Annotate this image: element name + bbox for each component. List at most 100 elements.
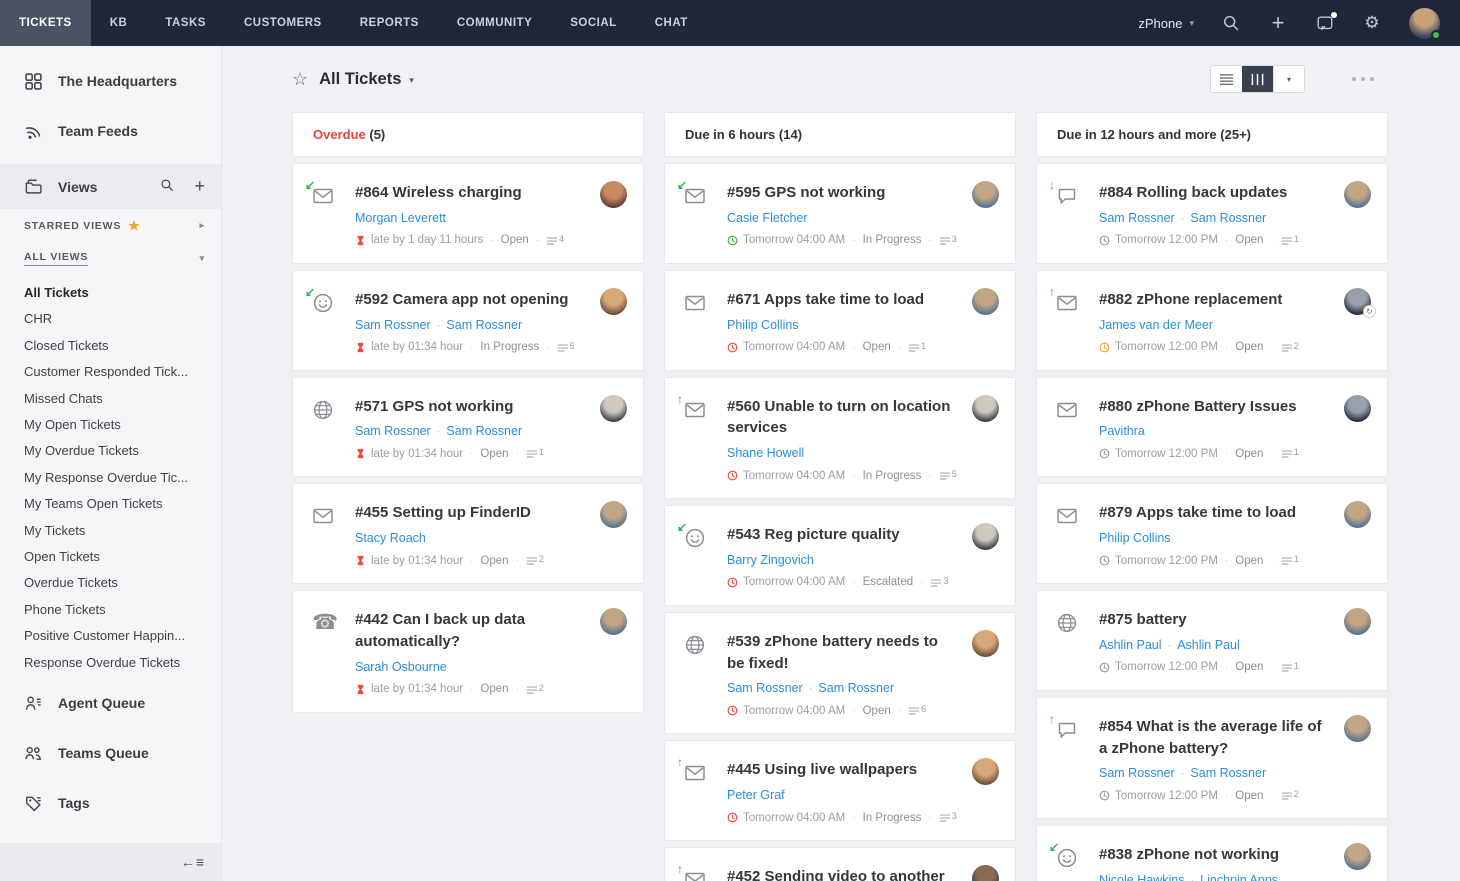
contact-link[interactable]: Pavithra	[1099, 424, 1145, 438]
nav-tab-tickets[interactable]: TICKETS	[0, 0, 91, 46]
view-list-item[interactable]: Missed Chats	[0, 386, 221, 412]
views-search-icon[interactable]	[160, 178, 174, 195]
contact-link[interactable]: Nicole Hawkins	[1099, 873, 1184, 881]
ticket-card[interactable]: ↙ #864 Wireless charging Morgan Leverett…	[292, 163, 644, 264]
nav-tab-reports[interactable]: REPORTS	[341, 0, 438, 46]
contact-link[interactable]: Sam Rossner	[1099, 211, 1175, 225]
view-list-item[interactable]: My Tickets	[0, 518, 221, 544]
view-list-item[interactable]: Closed Tickets	[0, 333, 221, 359]
ticket-title[interactable]: #854 What is the average life of a zPhon…	[1099, 716, 1331, 760]
ticket-title[interactable]: #560 Unable to turn on location services	[727, 396, 959, 440]
ticket-card[interactable]: #571 GPS not working Sam Rossner·Sam Ros…	[292, 377, 644, 478]
contact-link[interactable]: Shane Howell	[727, 446, 804, 460]
contact-link[interactable]: Sam Rossner	[446, 318, 522, 332]
view-list-item[interactable]: My Overdue Tickets	[0, 438, 221, 464]
ticket-title[interactable]: #442 Can I back up data automatically?	[355, 609, 587, 653]
nav-tab-customers[interactable]: CUSTOMERS	[225, 0, 341, 46]
starred-views-header[interactable]: STARRED VIEWS ★ ▸	[0, 209, 221, 242]
nav-tab-chat[interactable]: CHAT	[636, 0, 707, 46]
ticket-title[interactable]: #445 Using live wallpapers	[727, 759, 959, 781]
contact-link[interactable]: Peter Graf	[727, 788, 785, 802]
ticket-card[interactable]: ☎ #442 Can I back up data automatically?…	[292, 590, 644, 713]
view-list-item[interactable]: My Teams Open Tickets	[0, 491, 221, 517]
view-list-item[interactable]: Phone Tickets	[0, 597, 221, 623]
ticket-card[interactable]: #539 zPhone battery needs to be fixed! S…	[664, 612, 1016, 735]
ticket-title[interactable]: #671 Apps take time to load	[727, 289, 959, 311]
contact-link[interactable]: Sam Rossner	[355, 318, 431, 332]
collapse-sidebar-icon[interactable]: ←≡	[181, 854, 205, 870]
department-selector[interactable]: zPhone ▾	[1138, 16, 1194, 31]
ticket-title[interactable]: #452 Sending video to another zPhone	[727, 866, 959, 881]
nav-tab-community[interactable]: COMMUNITY	[438, 0, 551, 46]
contact-link[interactable]: Sam Rossner	[1190, 766, 1266, 780]
ticket-card[interactable]: ↑ #445 Using live wallpapers Peter Graf …	[664, 740, 1016, 841]
ticket-title[interactable]: #875 battery	[1099, 609, 1331, 631]
ticket-card[interactable]: ↙ #543 Reg picture quality Barry Zingovi…	[664, 505, 1016, 606]
contact-link[interactable]: Sam Rossner	[355, 424, 431, 438]
layout-options-caret[interactable]: ▾	[1273, 66, 1304, 92]
sidebar-item-headquarters[interactable]: The Headquarters	[0, 56, 221, 106]
contact-link[interactable]: Linchpin Apps	[1200, 873, 1278, 881]
kanban-view-button[interactable]	[1242, 66, 1273, 92]
add-view-icon[interactable]: +	[194, 176, 205, 197]
view-list-item[interactable]: Open Tickets	[0, 544, 221, 570]
ticket-card[interactable]: #880 zPhone Battery Issues Pavithra Tomo…	[1036, 377, 1388, 478]
ticket-card[interactable]: ↓ #884 Rolling back updates Sam Rossner·…	[1036, 163, 1388, 264]
sidebar-item-views[interactable]: Views +	[0, 164, 221, 209]
view-list-item[interactable]: Positive Customer Happin...	[0, 623, 221, 649]
list-view-button[interactable]	[1211, 66, 1242, 92]
contact-link[interactable]: Stacy Roach	[355, 531, 426, 545]
nav-tab-tasks[interactable]: TASKS	[146, 0, 225, 46]
sidebar-item-agent-queue[interactable]: Agent Queue	[0, 678, 221, 728]
ticket-title[interactable]: #571 GPS not working	[355, 396, 587, 418]
contact-link[interactable]: Casie Fletcher	[727, 211, 808, 225]
ticket-card[interactable]: ↑ #882 zPhone replacement James van der …	[1036, 270, 1388, 371]
contact-link[interactable]: Sarah Osbourne	[355, 660, 447, 674]
ticket-card[interactable]: #879 Apps take time to load Philip Colli…	[1036, 483, 1388, 584]
contact-link[interactable]: Morgan Leverett	[355, 211, 446, 225]
contact-link[interactable]: Barry Zingovich	[727, 553, 814, 567]
view-list-item[interactable]: CHR	[0, 306, 221, 332]
contact-link[interactable]: Sam Rossner	[1099, 766, 1175, 780]
settings-gear-icon[interactable]: ⚙	[1362, 13, 1382, 33]
ticket-card[interactable]: ↑ #452 Sending video to another zPhone R…	[664, 847, 1016, 881]
ticket-card[interactable]: #875 battery Ashlin Paul·Ashlin Paul Tom…	[1036, 590, 1388, 691]
contact-link[interactable]: Ashlin Paul	[1177, 638, 1240, 652]
contact-link[interactable]: James van der Meer	[1099, 318, 1213, 332]
ticket-card[interactable]: ↙ #592 Camera app not opening Sam Rossne…	[292, 270, 644, 371]
contact-link[interactable]: Sam Rossner	[818, 681, 894, 695]
contact-link[interactable]: Philip Collins	[1099, 531, 1171, 545]
nav-tab-social[interactable]: SOCIAL	[551, 0, 635, 46]
ticket-card[interactable]: #671 Apps take time to load Philip Colli…	[664, 270, 1016, 371]
contact-link[interactable]: Sam Rossner	[727, 681, 803, 695]
view-list-item[interactable]: Response Overdue Tickets	[0, 650, 221, 676]
view-selector-caret[interactable]: ▾	[409, 75, 414, 86]
favorite-star-icon[interactable]: ☆	[292, 69, 308, 90]
ticket-title[interactable]: #884 Rolling back updates	[1099, 182, 1331, 204]
add-new-icon[interactable]: +	[1268, 13, 1288, 33]
contact-link[interactable]: Philip Collins	[727, 318, 799, 332]
sidebar-item-tags[interactable]: Tags	[0, 778, 221, 828]
contact-link[interactable]: Ashlin Paul	[1099, 638, 1162, 652]
ticket-title[interactable]: #592 Camera app not opening	[355, 289, 587, 311]
ticket-card[interactable]: ↙ #838 zPhone not working Nicole Hawkins…	[1036, 825, 1388, 881]
contact-link[interactable]: Sam Rossner	[446, 424, 522, 438]
ticket-card[interactable]: ↙ #595 GPS not working Casie Fletcher To…	[664, 163, 1016, 264]
search-icon[interactable]	[1221, 13, 1241, 33]
more-options-button[interactable]	[1349, 77, 1390, 81]
ticket-title[interactable]: #882 zPhone replacement	[1099, 289, 1331, 311]
nav-tab-kb[interactable]: KB	[91, 0, 147, 46]
view-list-item[interactable]: All Tickets	[0, 280, 221, 306]
ticket-card[interactable]: #455 Setting up FinderID Stacy Roach lat…	[292, 483, 644, 584]
contact-link[interactable]: Sam Rossner	[1190, 211, 1266, 225]
view-list-item[interactable]: Customer Responded Tick...	[0, 359, 221, 385]
ticket-title[interactable]: #880 zPhone Battery Issues	[1099, 396, 1331, 418]
view-list-item[interactable]: Overdue Tickets	[0, 570, 221, 596]
ticket-title[interactable]: #879 Apps take time to load	[1099, 502, 1331, 524]
feedback-icon[interactable]	[1315, 13, 1335, 33]
sidebar-item-team-feeds[interactable]: Team Feeds	[0, 106, 221, 156]
ticket-title[interactable]: #838 zPhone not working	[1099, 844, 1331, 866]
view-list-item[interactable]: My Open Tickets	[0, 412, 221, 438]
ticket-card[interactable]: ↑ #560 Unable to turn on location servic…	[664, 377, 1016, 500]
user-avatar[interactable]	[1409, 8, 1440, 39]
